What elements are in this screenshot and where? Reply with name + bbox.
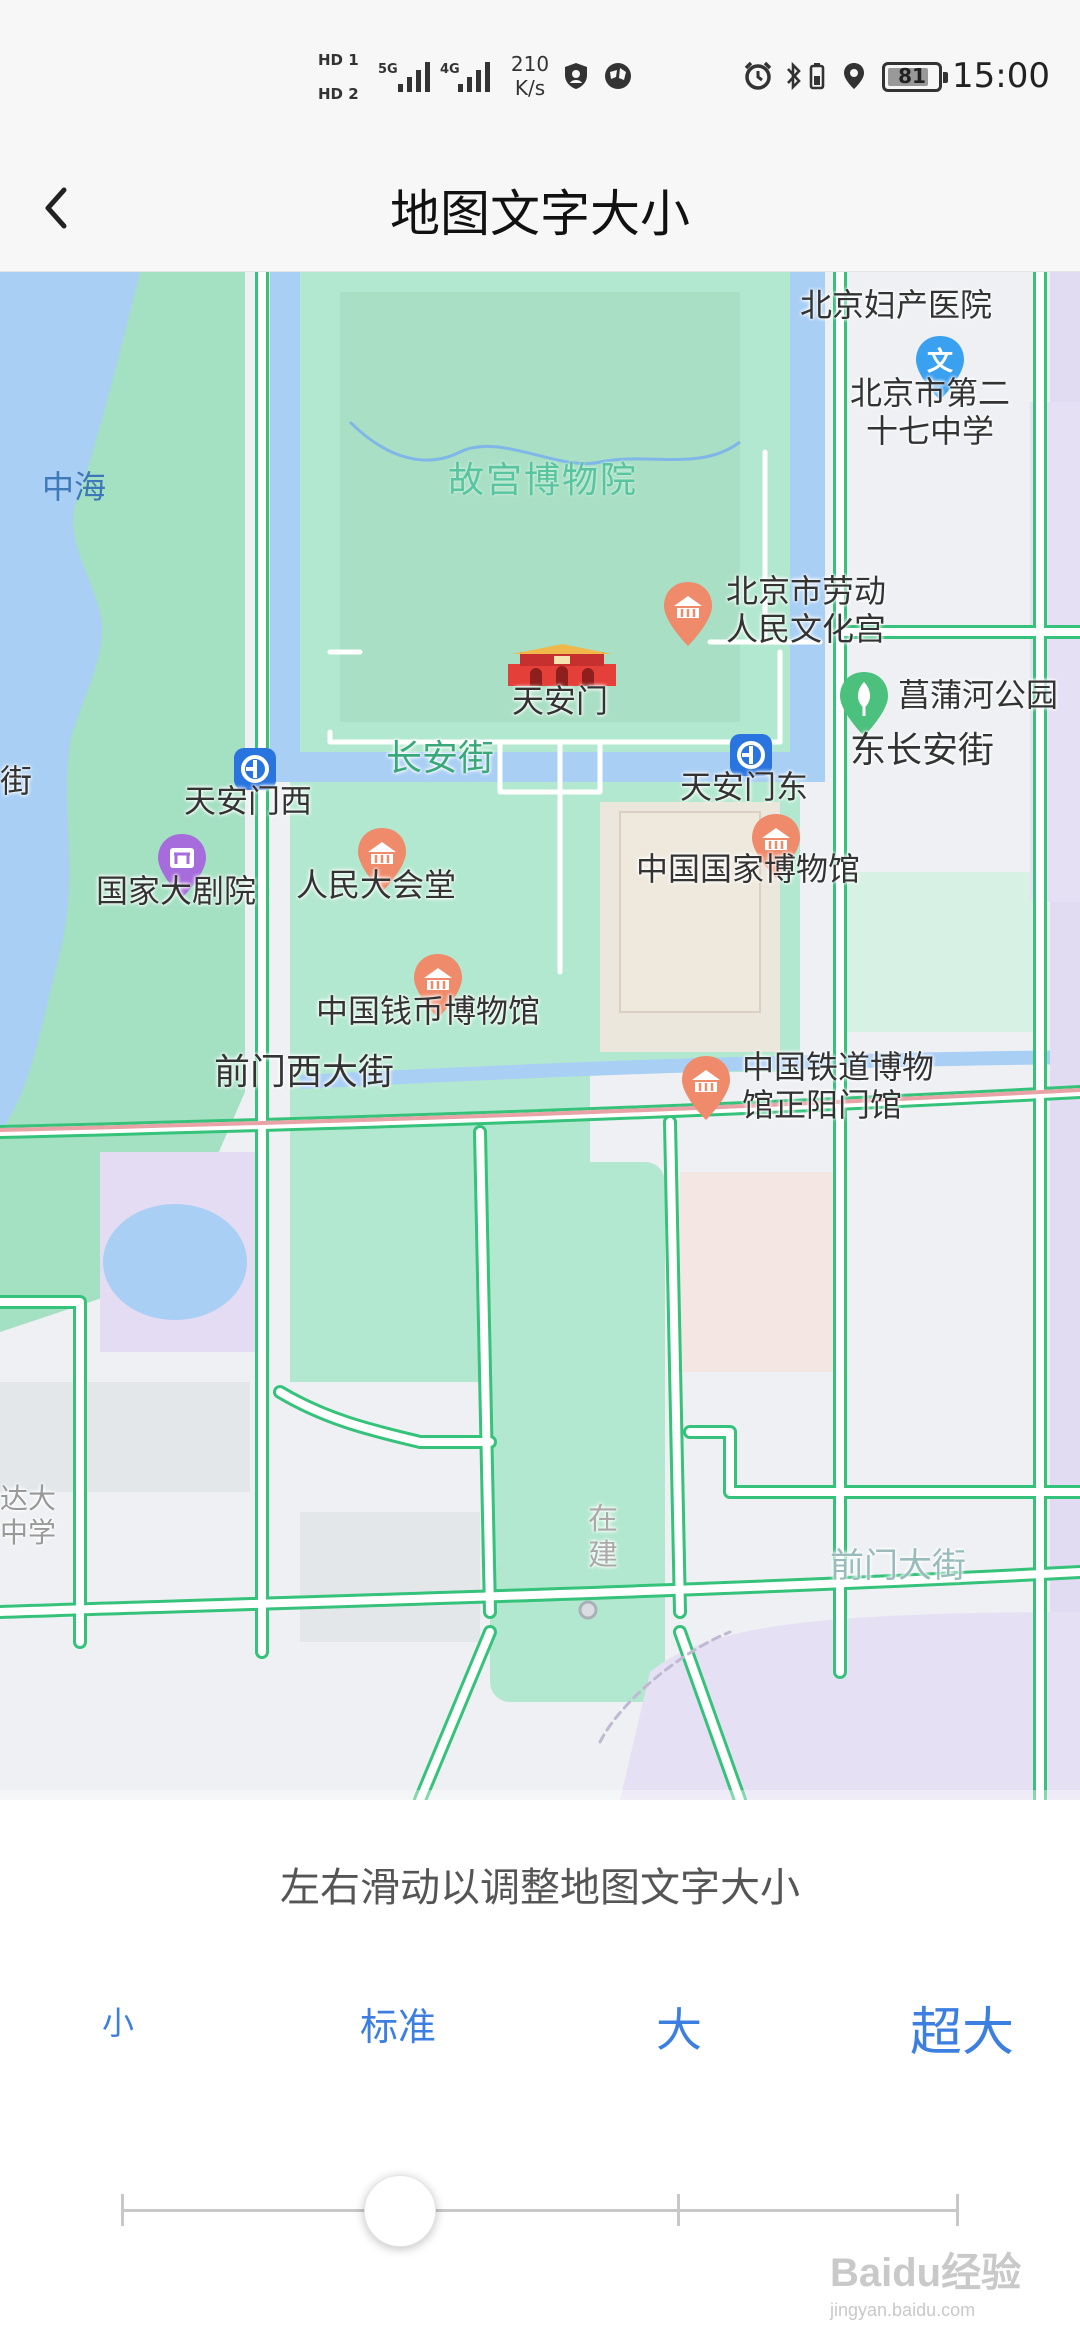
clock: 15:00 (952, 56, 1050, 96)
watermark: Baidu经验 jingyan.baidu.com (830, 2240, 1021, 2321)
map-label-railway-line2: 馆正阳门馆 (742, 1086, 903, 1124)
size-slider-track[interactable] (122, 2209, 958, 2212)
option-large[interactable]: 大 (656, 1994, 702, 2060)
map-label-school: 北京市第二 十七中学 (850, 374, 1010, 450)
map-label-fuchan: 北京妇产医院 (800, 286, 993, 324)
map-preview[interactable]: 文 中海 北京妇产医院 北京市第二 十七中学 故宫博物院 北京市劳动 人民文化宫… (0, 272, 1080, 1800)
watermark-brand: Baidu经验 (830, 2251, 1022, 2295)
location-icon (844, 63, 864, 89)
map-label-laodong-line2: 人民文化宫 (726, 610, 887, 648)
map-label-faded-line2: 中学 (0, 1516, 57, 1549)
map-label-faded-line1: 达大 (0, 1482, 57, 1515)
map-label-changan-edge: 街 (0, 762, 33, 800)
network-speed-value: 210 (510, 52, 550, 76)
option-extra-large[interactable]: 超大 (910, 1990, 1014, 2065)
size-slider-thumb[interactable] (364, 2175, 436, 2247)
slider-tick-large[interactable] (677, 2194, 680, 2226)
map-label-dongchangan: 东长安街 (850, 730, 995, 771)
map-label-changan: 长安街 (386, 738, 495, 779)
sim2-network-type: 4G (440, 62, 460, 77)
map-label-tam-east: 天安门东 (680, 768, 809, 806)
map-label-tiananmen: 天安门 (512, 682, 609, 720)
map-label-school-line1: 北京市第二 (850, 374, 1011, 412)
culture-palace-poi-icon[interactable] (660, 580, 716, 650)
map-label-gugong: 故宫博物院 (448, 460, 639, 501)
map-label-tam-west: 天安门西 (184, 782, 313, 820)
map-label-qianmen-street: 前门大街 (830, 1546, 966, 1586)
map-label-qianmen-west: 前门西大街 (214, 1052, 395, 1093)
battery-level: 81 (898, 64, 926, 88)
map-label-changpu: 菖蒲河公园 (898, 676, 1059, 714)
map-label-coin-museum: 中国钱币博物馆 (316, 992, 541, 1030)
map-label-railway-line1: 中国铁道博物 (742, 1048, 935, 1086)
option-standard[interactable]: 标准 (360, 1996, 436, 2051)
map-label-railway: 中国铁道博物 馆正阳门馆 (742, 1048, 934, 1124)
app-header: 地图文字大小 (0, 150, 1080, 272)
map-label-museum: 中国国家博物馆 (636, 850, 861, 888)
vpn-shield-icon (565, 63, 587, 89)
map-label-school-line2: 十七中学 (866, 412, 995, 450)
map-label-laodong-line1: 北京市劳动 (726, 572, 887, 610)
watermark-url: jingyan.baidu.com (830, 2300, 976, 2320)
map-label-faded-school: 达大 中学 (0, 1482, 56, 1550)
map-label-under-construction: 在建 (588, 1502, 618, 1573)
railway-museum-poi-icon[interactable] (678, 1054, 734, 1124)
svg-text:文: 文 (927, 346, 954, 377)
page-title: 地图文字大小 (390, 185, 690, 243)
sim1-network-type: 5G (378, 62, 398, 77)
hd2-indicator: HD 2 (318, 85, 359, 103)
hd1-indicator: HD 1 (318, 51, 359, 69)
vibrate-battery-icon (809, 63, 825, 90)
option-small[interactable]: 小 (102, 1998, 134, 2044)
signal-2-icon (458, 58, 498, 92)
slider-tick-small[interactable] (121, 2194, 124, 2226)
map-label-theatre: 国家大剧院 (96, 872, 257, 910)
data-globe-icon (605, 63, 631, 89)
map-label-great-hall: 人民大会堂 (296, 866, 457, 904)
bluetooth-icon (787, 61, 801, 91)
signal-1-icon (398, 58, 438, 92)
network-speed: 210 K/s (500, 52, 560, 100)
status-bar: HD 1 HD 2 5G 4G 210 K/s 81 15:00 (0, 0, 1080, 150)
map-label-laodong: 北京市劳动 人民文化宫 (726, 572, 886, 648)
map-label-zhonghai: 中海 (42, 468, 107, 506)
battery-icon: 81 (882, 62, 948, 92)
slider-tick-extra-large[interactable] (956, 2194, 959, 2226)
slider-hint: 左右滑动以调整地图文字大小 (280, 1865, 800, 1911)
alarm-icon (744, 61, 772, 90)
network-speed-unit: K/s (514, 76, 546, 100)
